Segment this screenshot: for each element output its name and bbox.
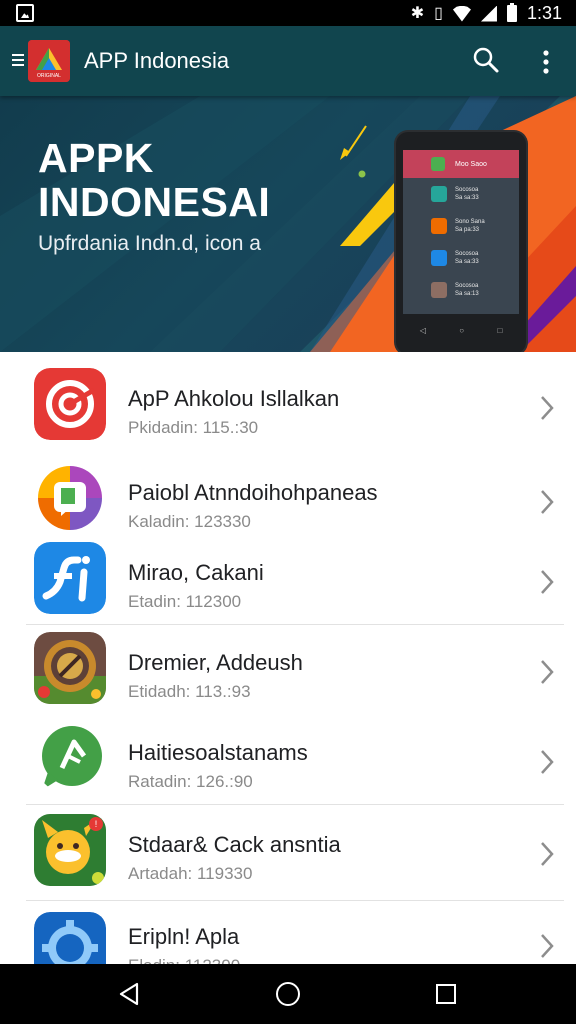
app-name: Haitiesoalstanams (128, 740, 308, 765)
status-icons: ✱ ▯ 1:31 (411, 3, 562, 24)
phone-row: Socosoa Sa sa:33 (403, 178, 519, 210)
phone-back-icon: ◁ (419, 325, 426, 335)
phone-app-icon (431, 250, 447, 266)
list-item[interactable]: Mirao, Cakani Etadin: 112300 (0, 542, 576, 632)
phone-row-title: Socosoa (455, 251, 479, 257)
banner-subtitle: Upfrdania Indn.d, icon a (38, 232, 261, 255)
list-item[interactable]: Dremier, Addeush Etidadh: 113.:93 (0, 632, 576, 722)
phone-app-icon (431, 186, 447, 202)
app-name: Dremier, Addeush (128, 650, 303, 675)
target-icon (34, 368, 106, 440)
app-meta: Ratadin: 126.:90 (128, 772, 253, 791)
battery-icon (506, 3, 517, 22)
search-icon[interactable] (472, 46, 500, 74)
fi-logo-icon (34, 542, 106, 614)
chevron-right-icon[interactable] (538, 394, 556, 422)
app-meta: Etadin: 112300 (128, 592, 242, 611)
banner-title-line2: INDONESAI (38, 179, 271, 225)
phone-header: Moo Saoo (403, 150, 519, 178)
status-bar: ✱ ▯ 1:31 (0, 0, 576, 26)
phone-mockup: Moo Saoo Socosoa Sa sa:33 Sono Sana Sa pa:… (396, 132, 526, 352)
phone-header-app-icon (431, 157, 445, 171)
app-meta: Etidadh: 113.:93 (128, 682, 251, 701)
menu-icon[interactable] (12, 54, 24, 66)
phone-row: Socosoa Sa sa:33 (403, 242, 519, 274)
phone-row: Sono Sana Sa pa:33 (403, 210, 519, 242)
phone-row-meta: Sa sa:13 (455, 291, 479, 297)
app-name: ApP Ahkolou Isllalkan (128, 386, 340, 411)
app-logo-text: ORIGINAL (37, 73, 61, 79)
chevron-right-icon[interactable] (538, 488, 556, 516)
game-coin-icon (34, 632, 106, 704)
banner-title: APPK INDONESAI (38, 136, 338, 224)
chat-bubble-icon (34, 462, 106, 534)
home-icon[interactable] (276, 982, 300, 1006)
divider (26, 624, 564, 625)
chevron-right-icon[interactable] (538, 932, 556, 960)
phone-row-title: Socosoa (455, 283, 479, 289)
phone-screen: Moo Saoo Socosoa Sa sa:33 Sono Sana Sa pa:… (403, 150, 519, 314)
status-time: 1:31 (526, 3, 562, 23)
more-vert-icon[interactable] (538, 48, 554, 76)
app-title: APP Indonesia (84, 48, 230, 73)
list-item[interactable]: Haitiesoalstanams Ratadin: 126.:90 (0, 722, 576, 812)
wifi-icon (452, 5, 471, 22)
phone-row-title: Sono Sana (455, 219, 485, 225)
phone-home-icon: ○ (459, 325, 465, 335)
phone-header-text: Moo Saoo (455, 160, 487, 168)
phone-row-meta: Sa pa:33 (455, 227, 480, 233)
phone-row-meta: Sa sa:33 (455, 259, 479, 265)
navigation-bar (0, 964, 576, 1024)
list-item[interactable]: ApP Ahkolou Isllalkan Pkidadin: 115.:30 (0, 368, 576, 458)
phone-row-title: Socosoa (455, 187, 479, 193)
back-icon[interactable] (118, 982, 140, 1006)
banner-title-line1: APPK (38, 135, 154, 181)
phone-row: Socosoa Sa sa:13 (403, 274, 519, 306)
phone-recents-icon: □ (497, 325, 503, 335)
divider (26, 804, 564, 805)
app-bar: ORIGINAL APP Indonesia (0, 26, 576, 96)
app-meta: Pkidadin: 115.:30 (128, 418, 259, 437)
phone-nav-bar: ◁ ○ □ (403, 316, 519, 344)
app-name: Mirao, Cakani (128, 560, 264, 585)
gallery-notification-icon (16, 4, 34, 22)
vibrate-icon: ▯ (434, 4, 443, 22)
bluetooth-icon: ✱ (410, 4, 425, 22)
chevron-right-icon[interactable] (538, 840, 556, 868)
chevron-right-icon[interactable] (538, 748, 556, 776)
signal-icon (480, 5, 497, 22)
phone-app-icon (431, 218, 447, 234)
svg-text:!: ! (95, 819, 98, 829)
app-meta: Kaladin: 123330 (128, 512, 251, 531)
recents-icon[interactable] (436, 984, 456, 1004)
app-logo[interactable]: ORIGINAL (28, 40, 70, 82)
app-name: Stdaar& Cack ansntia (128, 832, 341, 857)
app-name: Paiobl Atnndoihohpaneas (128, 480, 378, 505)
divider (26, 900, 564, 901)
promo-banner[interactable]: APPK INDONESAI Upfrdania Indn.d, icon a … (0, 96, 576, 352)
list-item[interactable]: Paiobl Atnndoihohpaneas Kaladin: 123330 (0, 462, 576, 552)
app-name: Eripln! Apla (128, 924, 240, 949)
list-item[interactable]: ! Stdaar& Cack ansntia Artadah: 119330 (0, 814, 576, 904)
chevron-right-icon[interactable] (538, 658, 556, 686)
app-meta: Artadah: 119330 (128, 864, 253, 883)
cartoon-game-icon: ! (34, 814, 106, 886)
chevron-right-icon[interactable] (538, 568, 556, 596)
whatsapp-icon (34, 722, 106, 794)
phone-row-meta: Sa sa:33 (455, 195, 479, 201)
phone-app-icon (431, 282, 447, 298)
